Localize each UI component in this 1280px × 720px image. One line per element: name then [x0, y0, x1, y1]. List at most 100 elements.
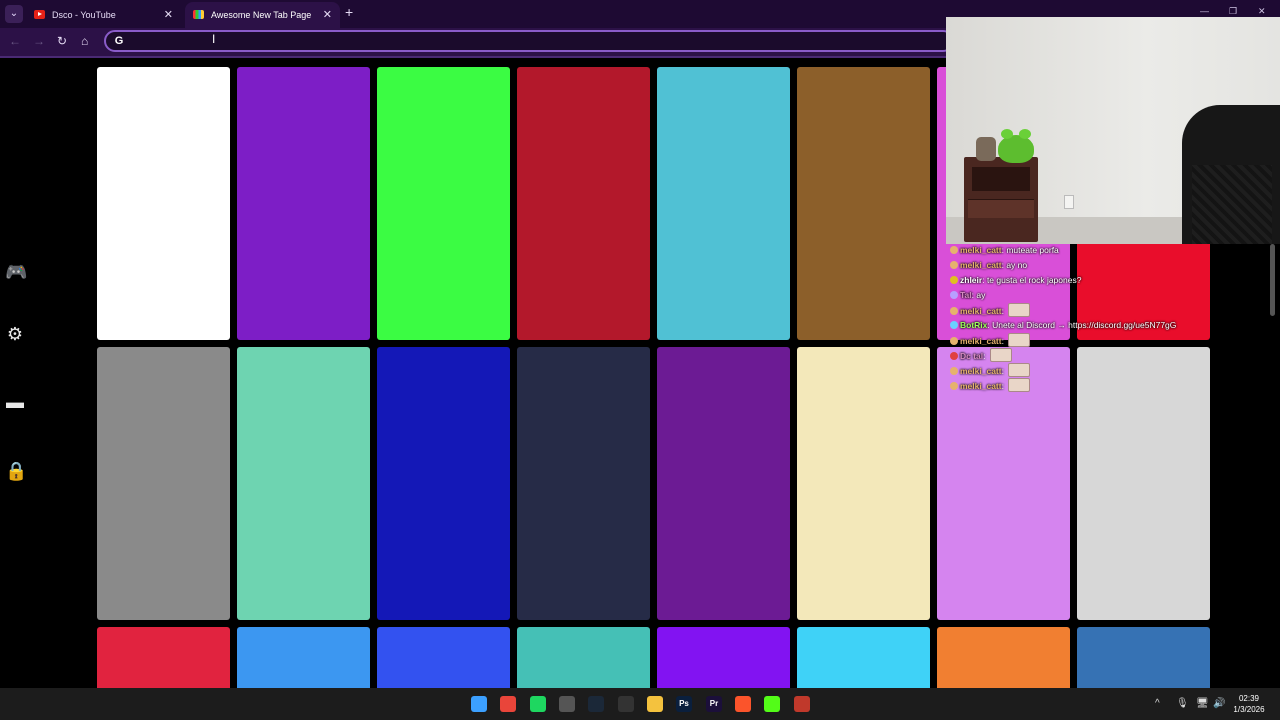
page-scrollbar[interactable]	[1270, 244, 1275, 316]
app-tile[interactable]	[237, 627, 370, 688]
chat-message: zhleir: te gusta el rock japones?	[950, 273, 1280, 288]
app-tile[interactable]	[97, 347, 230, 620]
volume-icon[interactable]: 🔊	[1213, 698, 1225, 709]
chat-text: muteate porfa	[1006, 245, 1059, 255]
tab-search-button[interactable]: ⌄	[5, 5, 23, 23]
chat-username[interactable]: melki_catt	[960, 381, 1002, 391]
chat-username[interactable]: melki_catt	[960, 245, 1002, 255]
spotify-icon[interactable]	[530, 696, 546, 712]
layout-icon[interactable]: ▬	[5, 392, 25, 412]
clock-date: 1/3/2026	[1233, 705, 1265, 714]
close-tab-icon[interactable]: ✕	[164, 2, 173, 28]
back-arrow-icon[interactable]: ←	[9, 34, 21, 48]
lock-icon[interactable]: 🔒	[5, 461, 27, 481]
chat-username[interactable]: melki_catt	[960, 336, 1002, 346]
app-tile[interactable]	[797, 67, 930, 340]
chat-username[interactable]: melki_catt	[960, 260, 1002, 270]
chat-badge-icon	[950, 367, 958, 375]
app-tile[interactable]	[657, 347, 790, 620]
chat-message: Dc tal:	[950, 348, 1280, 363]
chat-username[interactable]: zhleir	[960, 275, 982, 285]
chat-username[interactable]: Tal	[960, 290, 972, 300]
home-icon[interactable]: ⌂	[81, 34, 88, 48]
app-tile[interactable]	[797, 347, 930, 620]
chat-message: melki_catt: ay no	[950, 258, 1280, 273]
chat-username[interactable]: BotRix	[960, 320, 987, 330]
address-bar[interactable]: G	[104, 30, 954, 52]
text-cursor-icon: I	[212, 32, 216, 46]
chat-badge-icon	[950, 291, 958, 299]
minimize-button[interactable]: —	[1200, 6, 1209, 16]
system-clock[interactable]: 02:39 1/3/2026	[1226, 693, 1272, 715]
tray-overflow-icon[interactable]: ^	[1155, 698, 1160, 709]
photoshop-icon[interactable]: Ps	[676, 696, 692, 712]
maximize-button[interactable]: ❐	[1229, 6, 1237, 17]
chat-emote-icon	[1008, 303, 1031, 317]
app-tile[interactable]	[377, 67, 510, 340]
settings-icon[interactable]: ⚙	[5, 324, 25, 344]
chat-badge-icon	[950, 321, 958, 329]
kick-icon[interactable]	[764, 696, 780, 712]
steam-icon[interactable]	[588, 696, 604, 712]
chat-message: Tal: ay	[950, 288, 1280, 303]
chat-username[interactable]: melki_catt	[960, 306, 1002, 316]
chat-emote-icon	[1008, 378, 1031, 392]
google-icon: G	[114, 35, 124, 47]
apps-icon[interactable]: 🎮	[5, 262, 27, 282]
app-tile[interactable]	[517, 67, 650, 340]
new-tab-button[interactable]: +	[345, 4, 353, 20]
webcam-outlet	[1064, 195, 1074, 209]
chat-message: melki_catt:	[950, 363, 1280, 378]
chat-badge-icon	[950, 261, 958, 269]
app-tile[interactable]	[377, 627, 510, 688]
app-tile[interactable]	[937, 627, 1070, 688]
webcam-figurines	[976, 137, 996, 161]
clock-time: 02:39	[1238, 694, 1260, 703]
tab-title: Awesome New Tab Page	[211, 10, 312, 20]
app-tile[interactable]	[517, 347, 650, 620]
app-tile[interactable]	[657, 67, 790, 340]
app-tile[interactable]	[97, 627, 230, 688]
display-icon[interactable]: 🖥	[1196, 698, 1209, 709]
address-input[interactable]	[130, 33, 934, 51]
brave-icon[interactable]	[735, 696, 751, 712]
app-tile[interactable]	[237, 67, 370, 340]
chat-message: melki_catt:	[950, 303, 1280, 318]
forward-arrow-icon[interactable]: →	[33, 34, 45, 48]
app-tile[interactable]	[1077, 627, 1210, 688]
chat-text: ay	[976, 290, 986, 300]
chat-separator: :	[983, 351, 988, 361]
tab-youtube[interactable]: Dsco - YouTube ✕	[26, 2, 181, 28]
chat-text: ay no	[1006, 260, 1028, 270]
chrome-icon[interactable]	[500, 696, 516, 712]
app-tile[interactable]	[377, 347, 510, 620]
taskbar: 02:39 1/3/2026 Ps Pr ^ 🎙 🖥 🔊	[0, 688, 1280, 720]
chat-username[interactable]: melki_catt	[960, 366, 1002, 376]
chat-text: Unete al Discord → https://discord.gg/ue…	[992, 320, 1177, 330]
app-tile[interactable]	[797, 627, 930, 688]
reload-icon[interactable]: ↻	[57, 34, 67, 48]
chat-emote-icon	[1008, 333, 1031, 347]
webcam-frog-plush	[998, 129, 1034, 163]
chat-badge-icon	[950, 307, 958, 315]
chat-badge-icon	[950, 276, 958, 284]
webcam-overlay	[946, 17, 1280, 244]
streamdeck-icon[interactable]	[794, 696, 810, 712]
app-tile[interactable]	[97, 67, 230, 340]
close-window-button[interactable]: ✕	[1258, 6, 1266, 17]
xbox-icon[interactable]	[559, 696, 575, 712]
close-tab-icon[interactable]: ✕	[323, 2, 332, 28]
start-icon[interactable]	[471, 696, 487, 712]
app-tile[interactable]	[517, 627, 650, 688]
tab-awesome-new-tab-page[interactable]: Awesome New Tab Page ✕	[185, 2, 340, 28]
app-tile[interactable]	[237, 347, 370, 620]
chat-badge-icon	[950, 246, 958, 254]
chat-username[interactable]: Dc tal	[960, 351, 983, 361]
app-tile[interactable]	[657, 627, 790, 688]
microphone-icon[interactable]: 🎙	[1176, 698, 1189, 709]
obs-icon[interactable]	[618, 696, 634, 712]
file-explorer-icon[interactable]	[647, 696, 663, 712]
chat-separator: :	[1001, 381, 1007, 391]
chat-separator: :	[1001, 336, 1007, 346]
premiere-icon[interactable]: Pr	[706, 696, 722, 712]
